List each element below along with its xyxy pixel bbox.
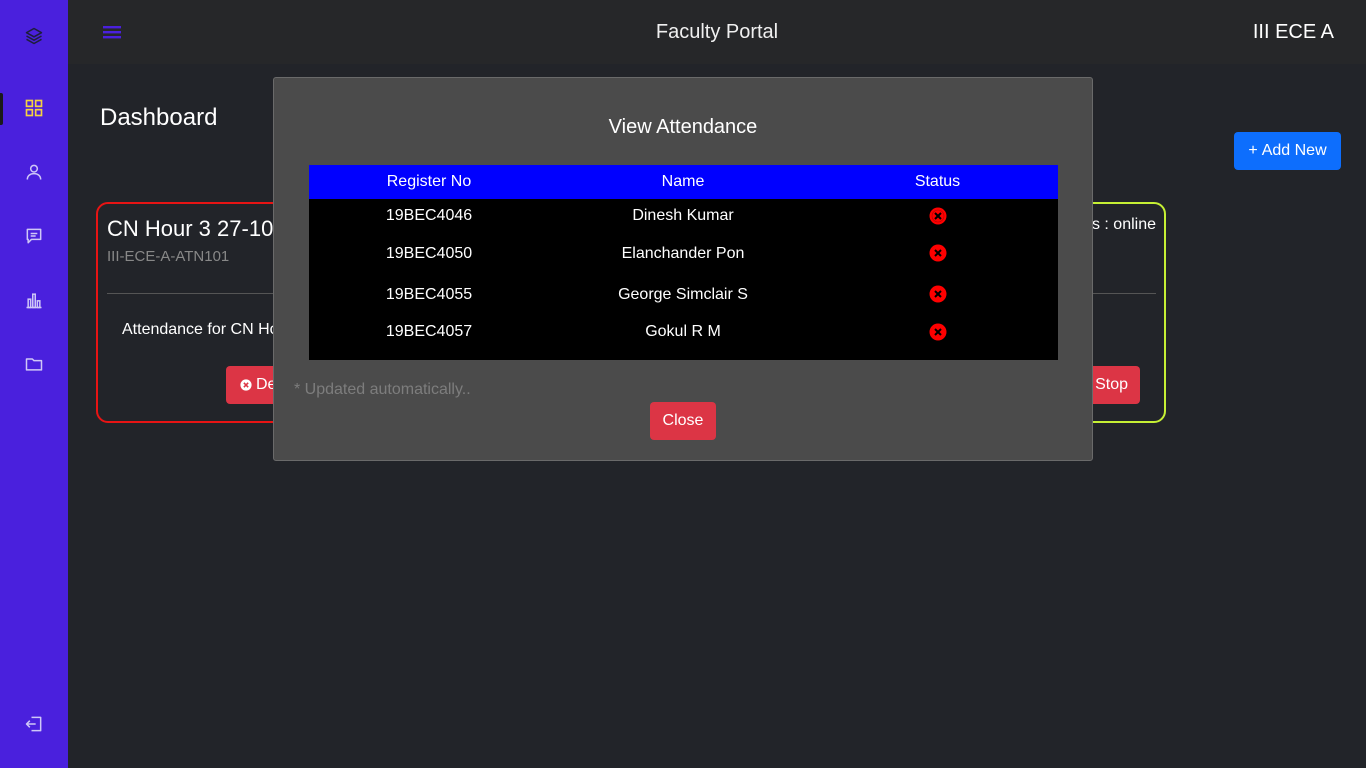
logout-icon[interactable] [22,712,46,736]
page-title: Dashboard [100,104,218,131]
student-name: Dinesh Kumar [632,207,734,224]
register-number: 19BEC4050 [385,244,473,262]
close-button[interactable]: Close [650,402,716,440]
student-name: George Simclair S [618,285,748,303]
column-header-status: Status [914,173,961,190]
table-row: 19BEC4046 Dinesh Kumar [309,199,1058,233]
dashboard-grid-icon[interactable] [22,96,46,120]
register-number: 19BEC4046 [385,207,473,224]
add-new-label: Add New [1261,142,1327,159]
status-text: us : online [1083,216,1156,233]
session-code: III-ECE-A-ATN101 [107,248,230,265]
add-new-button[interactable]: + Add New [1234,132,1341,170]
register-number: 19BEC4057 [385,323,473,340]
auto-update-note: * Updated automatically.. [294,381,471,398]
class-label: III ECE A [1252,21,1334,43]
status-cell [817,274,1058,315]
student-name: Gokul R M [645,323,721,340]
table-header-row: Register No Name Status [309,165,1058,199]
status-cell [817,315,1058,360]
user-icon[interactable] [22,160,46,184]
status-cell [817,233,1058,274]
register-number: 19BEC4055 [385,285,473,303]
layers-icon[interactable] [22,24,46,48]
message-icon[interactable] [22,224,46,248]
folder-icon[interactable] [22,352,46,376]
status-cell [817,199,1058,233]
bar-chart-icon[interactable] [22,288,46,312]
top-bar: Faculty Portal III ECE A [68,0,1366,64]
table-row: 19BEC4050 Elanchander Pon [309,233,1058,274]
plus-icon: + [1248,142,1258,159]
session-description: Attendance for CN Ho [122,321,279,338]
view-attendance-modal: View Attendance Register No Name Status … [273,77,1093,461]
column-header-register: Register No [386,173,472,190]
table-row: 19BEC4055 George Simclair S [309,274,1058,315]
sidebar [0,0,68,768]
active-indicator [0,93,3,125]
column-header-name: Name [661,173,705,190]
x-circle-icon [240,379,252,391]
portal-title: Faculty Portal [655,21,779,43]
session-title: CN Hour 3 27-10 [107,216,274,241]
absent-x-icon [929,207,946,225]
absent-x-icon [929,244,946,262]
student-name: Elanchander Pon [621,244,745,262]
modal-title: View Attendance [608,116,758,138]
absent-x-icon [929,285,946,303]
table-row: 19BEC4057 Gokul R M [309,315,1058,360]
absent-x-icon [929,323,946,341]
attendance-table: Register No Name Status 19BEC4046 Dinesh… [309,165,1058,360]
